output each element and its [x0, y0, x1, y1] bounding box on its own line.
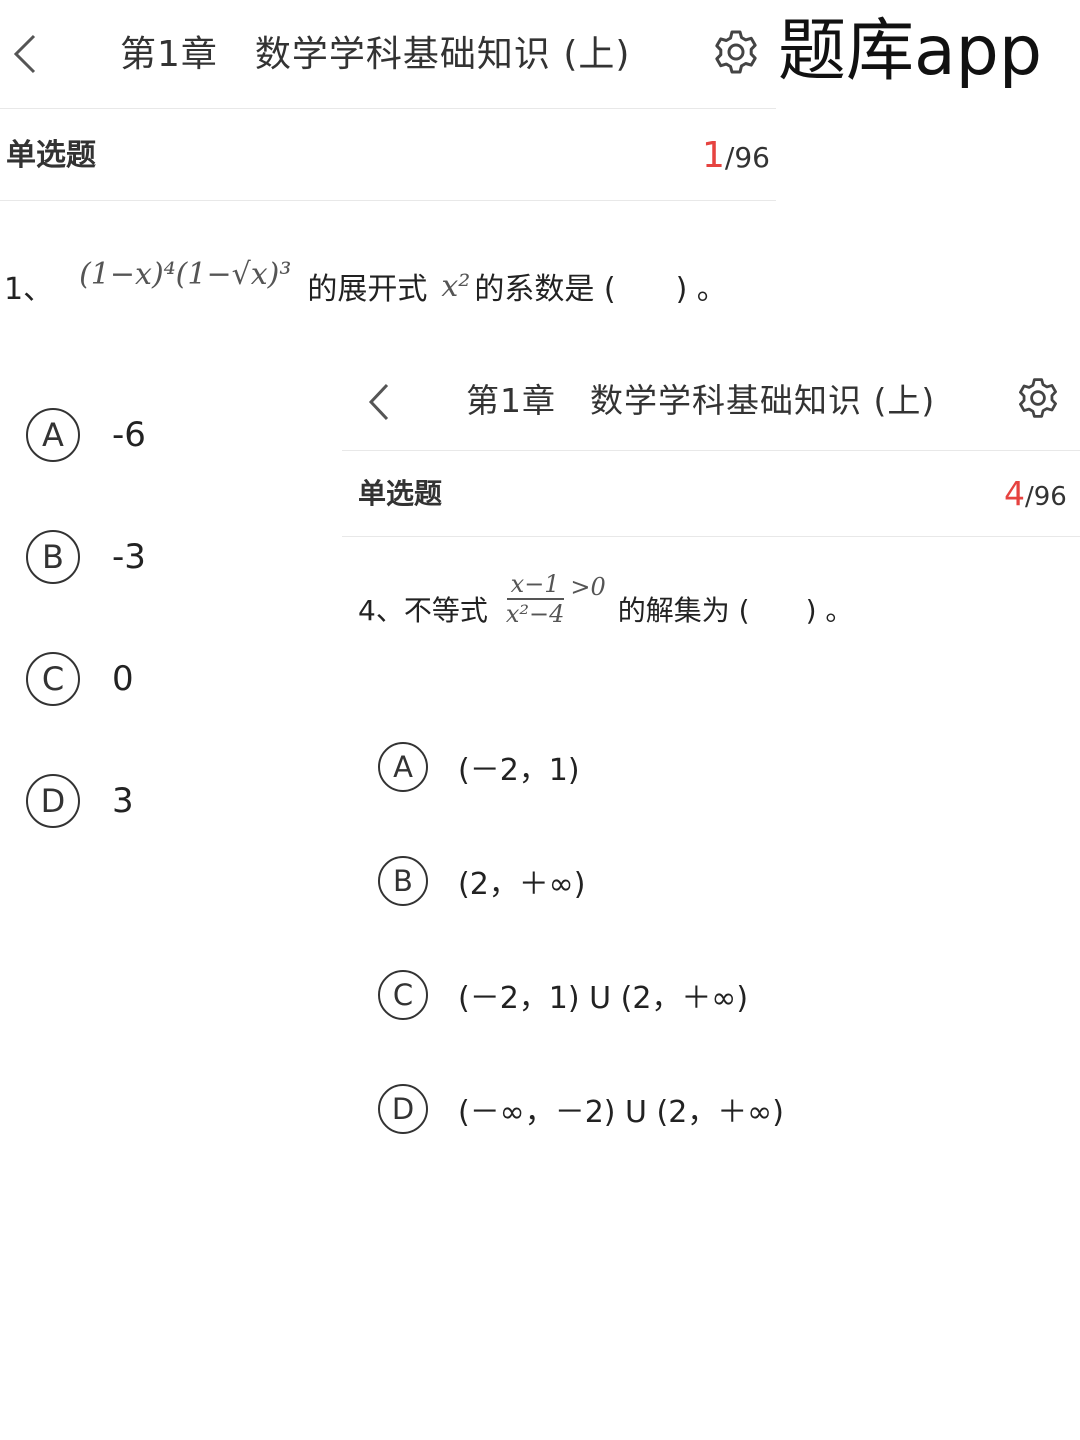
option-d[interactable]: D (－∞，－2) U (2，＋∞)	[378, 1084, 784, 1134]
option-letter: B	[26, 530, 80, 584]
option-value: (－∞，－2) U (2，＋∞)	[458, 1095, 785, 1130]
fraction-relation: >0	[570, 573, 606, 601]
option-a[interactable]: A (－2，1)	[378, 742, 580, 792]
option-letter: D	[378, 1084, 428, 1134]
chapter-title: 第1章 数学学科基础知识 (上)	[466, 381, 936, 420]
chevron-left-icon	[13, 34, 36, 74]
counter-current: 4	[1004, 474, 1025, 513]
counter-current: 1	[702, 135, 725, 176]
option-d[interactable]: D 3	[26, 774, 134, 828]
settings-button[interactable]	[712, 28, 760, 76]
qtype-divider	[342, 536, 1080, 537]
qtype-divider	[0, 200, 776, 201]
option-letter: D	[26, 774, 80, 828]
question-text-a: 不等式	[403, 594, 488, 627]
back-button[interactable]	[366, 382, 392, 422]
question-formula: (1−x)⁴(1−√x)³	[79, 256, 292, 292]
option-value: -6	[112, 415, 146, 455]
option-value: 0	[112, 659, 134, 699]
header-divider	[342, 450, 1080, 451]
question-type: 单选题	[358, 477, 443, 510]
question-number: 1、	[4, 272, 54, 307]
question-text: 1、 (1−x)⁴(1−√x)³ 的展开式 x² 的系数是 ( ) 。	[4, 256, 727, 316]
option-letter: A	[26, 408, 80, 462]
question-text-b: 的系数是 ( ) 。	[474, 272, 727, 307]
chapter-title: 第1章 数学学科基础知识 (上)	[120, 34, 631, 75]
counter-total: /96	[724, 141, 770, 174]
option-b[interactable]: B -3	[26, 530, 146, 584]
question-number: 4、	[358, 594, 404, 627]
option-letter: C	[26, 652, 80, 706]
option-value: -3	[112, 537, 146, 577]
question-text: 4、 不等式 x−1 x²−4 >0 的解集为 ( ) 。	[358, 570, 854, 644]
option-value: 3	[112, 781, 134, 821]
question-text-b: 的解集为 ( ) 。	[617, 594, 854, 627]
fraction-numerator: x−1	[506, 570, 564, 600]
brand-label: 题库app	[778, 12, 1042, 91]
option-value: (－2，1) U (2，＋∞)	[458, 981, 749, 1016]
option-c[interactable]: C 0	[26, 652, 134, 706]
option-value: (2，＋∞)	[458, 867, 586, 902]
question-counter: 1/96	[702, 134, 770, 180]
option-b[interactable]: B (2，＋∞)	[378, 856, 586, 906]
option-c[interactable]: C (－2，1) U (2，＋∞)	[378, 970, 748, 1020]
option-letter: A	[378, 742, 428, 792]
counter-total: /96	[1025, 482, 1067, 512]
gear-icon	[715, 30, 757, 74]
question-fraction: x−1 x²−4	[502, 570, 569, 628]
fraction-denominator: x²−4	[505, 600, 565, 628]
question-panel-2: 第1章 数学学科基础知识 (上) 单选题 4/96 4、 不等式 x−1 x²−…	[342, 354, 1080, 1184]
back-button[interactable]	[10, 32, 40, 76]
option-a[interactable]: A -6	[26, 408, 146, 462]
gear-icon	[1019, 378, 1057, 418]
question-type: 单选题	[6, 138, 96, 173]
question-text-a: 的展开式	[307, 272, 428, 307]
option-value: (－2，1)	[458, 753, 580, 788]
question-formula-2: x²	[441, 268, 471, 304]
settings-button[interactable]	[1016, 376, 1060, 420]
header-divider	[0, 108, 776, 109]
option-letter: B	[378, 856, 428, 906]
question-counter: 4/96	[1004, 474, 1067, 517]
option-letter: C	[378, 970, 428, 1020]
chevron-left-icon	[368, 383, 389, 421]
